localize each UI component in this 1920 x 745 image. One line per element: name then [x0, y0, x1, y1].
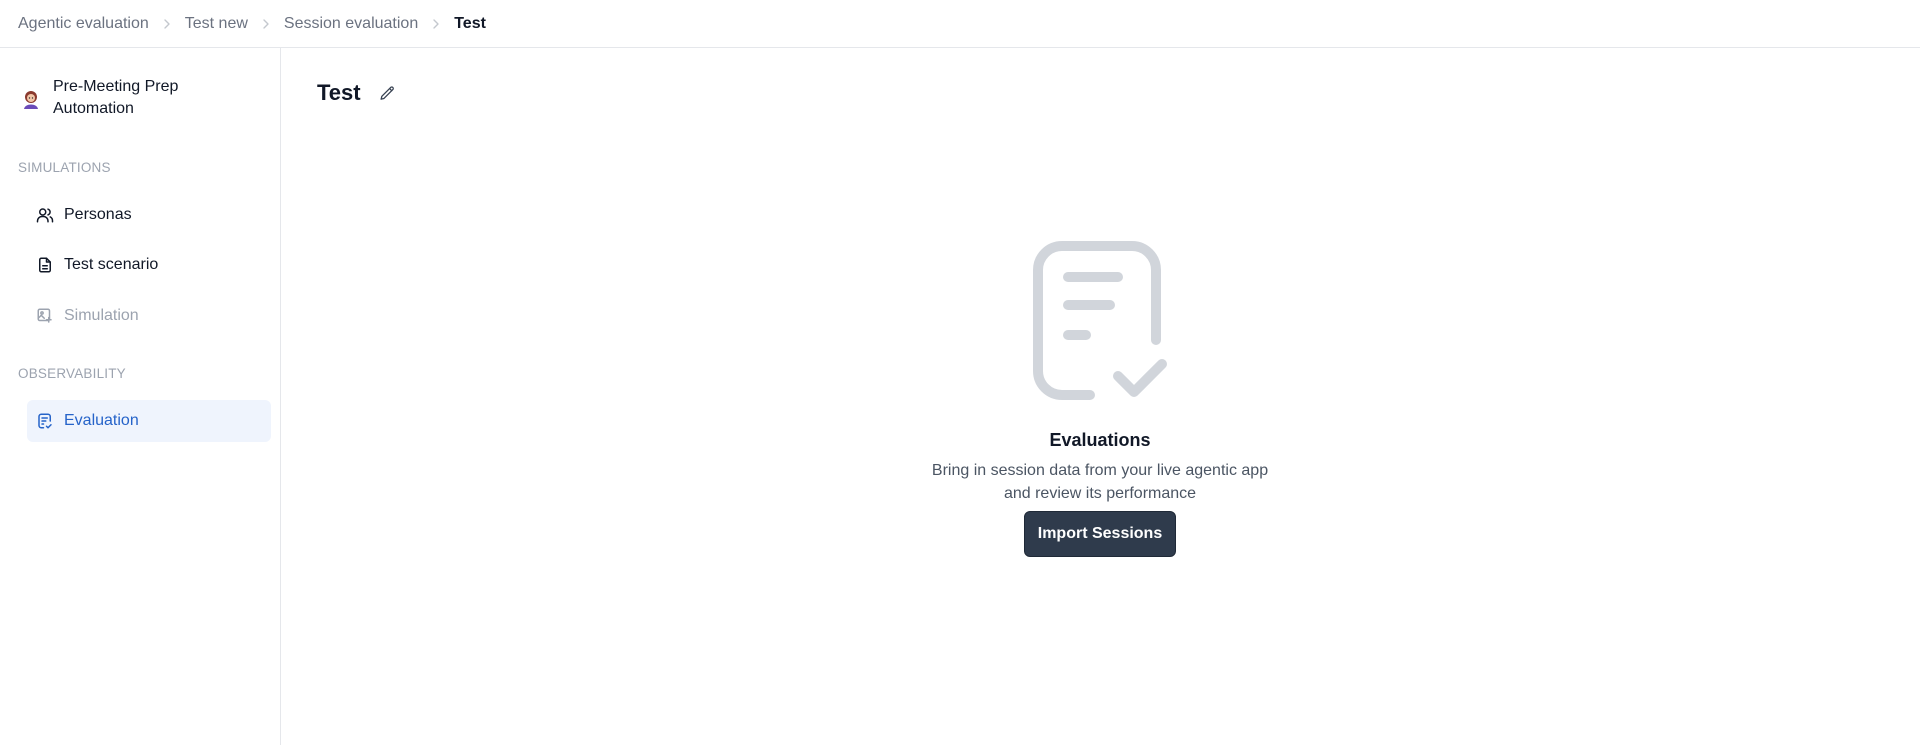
breadcrumb-item-session-evaluation[interactable]: Session evaluation	[284, 15, 418, 33]
avatar	[18, 86, 44, 112]
pencil-icon	[380, 85, 394, 100]
breadcrumb-item-current: Test	[454, 14, 486, 32]
sidebar-item-label: Personas	[64, 206, 132, 223]
sidebar-item-simulation[interactable]: Simulation	[27, 295, 271, 337]
users-icon	[36, 206, 54, 224]
sidebar-item-label: Test scenario	[64, 256, 159, 273]
chevron-right-icon	[248, 18, 284, 30]
empty-state-description: Bring in session data from your live age…	[931, 462, 1269, 502]
sidebar-item-label: Simulation	[64, 307, 139, 324]
sidebar-item-label: Evaluation	[64, 412, 139, 429]
page-title-row: Test	[317, 80, 399, 106]
empty-state-title: Evaluations	[1049, 430, 1151, 450]
breadcrumb-item-test-new[interactable]: Test new	[185, 15, 248, 33]
import-sessions-button[interactable]: Import Sessions	[1024, 511, 1176, 557]
sidebar-item-test-scenario[interactable]: Test scenario	[27, 244, 271, 286]
project-name: Pre-Meeting Prep Automation	[53, 78, 179, 117]
evaluation-icon	[36, 412, 54, 430]
edit-title-button[interactable]	[377, 82, 399, 104]
document-icon	[36, 256, 54, 274]
chevron-right-icon	[418, 18, 454, 30]
sidebar-item-personas[interactable]: Personas	[27, 194, 271, 236]
breadcrumb-item-agentic-evaluation[interactable]: Agentic evaluation	[18, 15, 149, 33]
page-title: Test	[317, 80, 361, 105]
sidebar: Pre-Meeting Prep Automation SIMULATIONS …	[0, 48, 281, 745]
empty-state: Evaluations Bring in session data from y…	[850, 240, 1350, 557]
document-check-icon	[1033, 241, 1167, 400]
sidebar-item-evaluation[interactable]: Evaluation	[27, 400, 271, 442]
section-label-observability: OBSERVABILITY	[18, 366, 126, 381]
section-label-simulations: SIMULATIONS	[18, 160, 111, 175]
breadcrumb: Agentic evaluation Test new Session eval…	[0, 0, 1920, 48]
chevron-right-icon	[149, 18, 185, 30]
project-header[interactable]: Pre-Meeting Prep Automation	[18, 76, 203, 120]
simulation-icon	[36, 307, 54, 325]
